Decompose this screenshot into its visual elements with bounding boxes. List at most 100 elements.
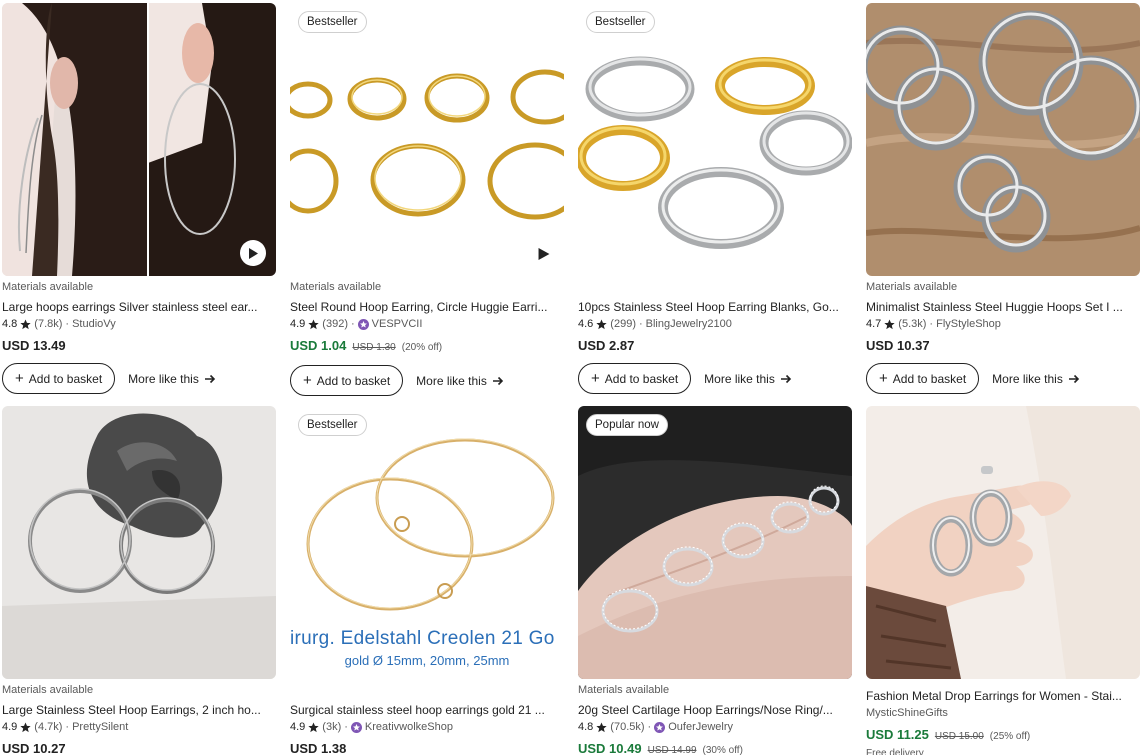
shop-name[interactable]: MysticShineGifts — [866, 706, 948, 720]
materials-tag: Materials available — [290, 281, 382, 293]
star-seller-icon — [350, 721, 362, 733]
listing-image[interactable]: Bestseller — [578, 3, 852, 276]
listing-image[interactable]: Popular now — [578, 406, 852, 679]
product-photo — [578, 406, 852, 679]
arrow-right-icon — [1068, 374, 1079, 383]
review-count: (392) — [322, 318, 348, 330]
more-like-this-link[interactable]: More like this — [416, 374, 504, 388]
price: USD 10.37 — [866, 338, 930, 353]
listing-card[interactable]: Materials available Large hoops earrings… — [2, 3, 276, 394]
rating-value: 4.8 — [2, 318, 18, 330]
product-photo — [866, 3, 1140, 276]
listing-title[interactable]: 20g Steel Cartilage Hoop Earrings/Nose R… — [578, 701, 852, 719]
popular-now-badge: Popular now — [586, 414, 668, 436]
review-count: (5.3k) — [898, 318, 927, 330]
bestseller-badge: Bestseller — [586, 11, 655, 33]
shop-name[interactable]: VESPVCII — [372, 317, 423, 331]
price-row: USD 10.27 — [2, 740, 276, 755]
listing-card[interactable]: Bestseller 10pcs Stainless Steel Hoop Ea… — [578, 3, 852, 394]
listing-card[interactable]: Materials available Large Stainless Stee… — [2, 406, 276, 755]
listing-image[interactable]: Bestseller — [290, 3, 564, 276]
add-to-basket-label: Add to basket — [28, 371, 103, 386]
listing-card[interactable]: Fashion Metal Drop Earrings for Women - … — [866, 406, 1140, 755]
listing-card[interactable]: Materials available Minimalist Stainless… — [866, 3, 1140, 394]
arrow-right-icon — [492, 376, 503, 385]
sale-price: USD 1.04 — [290, 338, 347, 353]
listing-title[interactable]: Steel Round Hoop Earring, Circle Huggie … — [290, 298, 564, 316]
more-like-this-label: More like this — [992, 371, 1063, 386]
separator: · — [647, 721, 652, 733]
price-row: USD 10.37 — [866, 337, 1140, 355]
rating-value: 4.9 — [2, 721, 18, 733]
price: USD 1.38 — [290, 741, 347, 755]
price-row: USD 13.49 — [2, 337, 276, 355]
rating-row: 4.9 (392) · VESPVCII — [290, 317, 564, 331]
add-to-basket-button[interactable]: + Add to basket — [578, 363, 692, 394]
star-icon — [308, 318, 319, 329]
listing-title[interactable]: Large hoops earrings Silver stainless st… — [2, 298, 276, 316]
add-to-basket-button[interactable]: + Add to basket — [2, 363, 116, 394]
separator: · — [638, 318, 643, 330]
materials-tag — [290, 683, 564, 697]
shop-name[interactable]: BlingJewelry2100 — [646, 317, 732, 331]
shop-name[interactable]: PrettySilent — [72, 720, 128, 734]
listing-image[interactable] — [2, 3, 276, 276]
discount-percent: (20% off) — [401, 342, 443, 353]
separator: · — [65, 318, 70, 330]
separator: · — [344, 721, 348, 733]
product-photo — [578, 3, 852, 276]
add-to-basket-label: Add to basket — [316, 373, 391, 388]
star-icon — [596, 721, 607, 732]
shop-name[interactable]: KreativwolkeShop — [365, 720, 453, 734]
listing-title[interactable]: Minimalist Stainless Steel Huggie Hoops … — [866, 298, 1140, 316]
play-icon[interactable] — [240, 240, 266, 266]
star-icon — [20, 318, 31, 329]
listing-card[interactable]: Popular now Materials available 20g Stee… — [578, 406, 852, 755]
bestseller-badge: Bestseller — [298, 11, 367, 33]
rating-row: 4.8 (70.5k) · OuferJewelry — [578, 720, 852, 734]
listing-image[interactable] — [866, 406, 1140, 679]
shop-name[interactable]: StudioVy — [72, 317, 116, 331]
separator: · — [65, 721, 70, 733]
listing-image[interactable]: Bestseller irurg. Edelstahl Creolen 21 G… — [290, 406, 564, 679]
original-price: USD 14.99 — [647, 745, 697, 755]
bestseller-badge: Bestseller — [298, 414, 367, 436]
add-to-basket-button[interactable]: + Add to basket — [290, 365, 404, 396]
listing-image[interactable] — [2, 406, 276, 679]
listing-card[interactable]: Bestseller irurg. Edelstahl Creolen 21 G… — [290, 406, 564, 755]
shop-name[interactable]: OuferJewelry — [668, 720, 733, 734]
price-row: USD 1.04 USD 1.30 (20% off) — [290, 337, 564, 357]
more-like-this-link[interactable]: More like this — [704, 372, 792, 386]
listing-title[interactable]: Fashion Metal Drop Earrings for Women - … — [866, 687, 1140, 705]
review-count: (3k) — [322, 721, 342, 733]
sale-price: USD 11.25 — [866, 727, 929, 742]
rating-row: 4.6 (299) · BlingJewelry2100 — [578, 317, 852, 331]
separator: · — [929, 318, 934, 330]
price-row: USD 11.25 USD 15.00 (25% off) — [866, 726, 1140, 746]
plus-icon: + — [879, 369, 888, 387]
materials-tag: Materials available — [866, 281, 958, 293]
price-row: USD 1.38 — [290, 740, 564, 755]
more-like-this-link[interactable]: More like this — [992, 372, 1080, 386]
listing-title[interactable]: Large Stainless Steel Hoop Earrings, 2 i… — [2, 701, 276, 719]
original-price: USD 1.30 — [352, 342, 396, 353]
listing-image[interactable] — [866, 3, 1140, 276]
star-icon — [308, 721, 319, 732]
add-to-basket-button[interactable]: + Add to basket — [866, 363, 980, 394]
more-like-this-link[interactable]: More like this — [128, 372, 216, 386]
listing-title[interactable]: Surgical stainless steel hoop earrings g… — [290, 701, 564, 719]
free-delivery-label: Free delivery — [866, 748, 924, 755]
materials-tag: Materials available — [2, 281, 94, 293]
sale-price: USD 10.49 — [578, 741, 642, 755]
arrow-right-icon — [780, 374, 791, 383]
add-to-basket-label: Add to basket — [604, 371, 679, 386]
play-icon[interactable] — [538, 248, 550, 260]
product-photo — [2, 406, 276, 679]
listing-card[interactable]: Bestseller Materials available Steel Rou… — [290, 3, 564, 396]
shop-name[interactable]: FlyStyleShop — [936, 317, 1001, 331]
listing-title[interactable]: 10pcs Stainless Steel Hoop Earring Blank… — [578, 298, 852, 316]
review-count: (7.8k) — [34, 318, 63, 330]
discount-percent: (30% off) — [702, 745, 743, 755]
rating-row: 4.7 (5.3k) · FlyStyleShop — [866, 317, 1140, 331]
review-count: (299) — [610, 318, 636, 330]
